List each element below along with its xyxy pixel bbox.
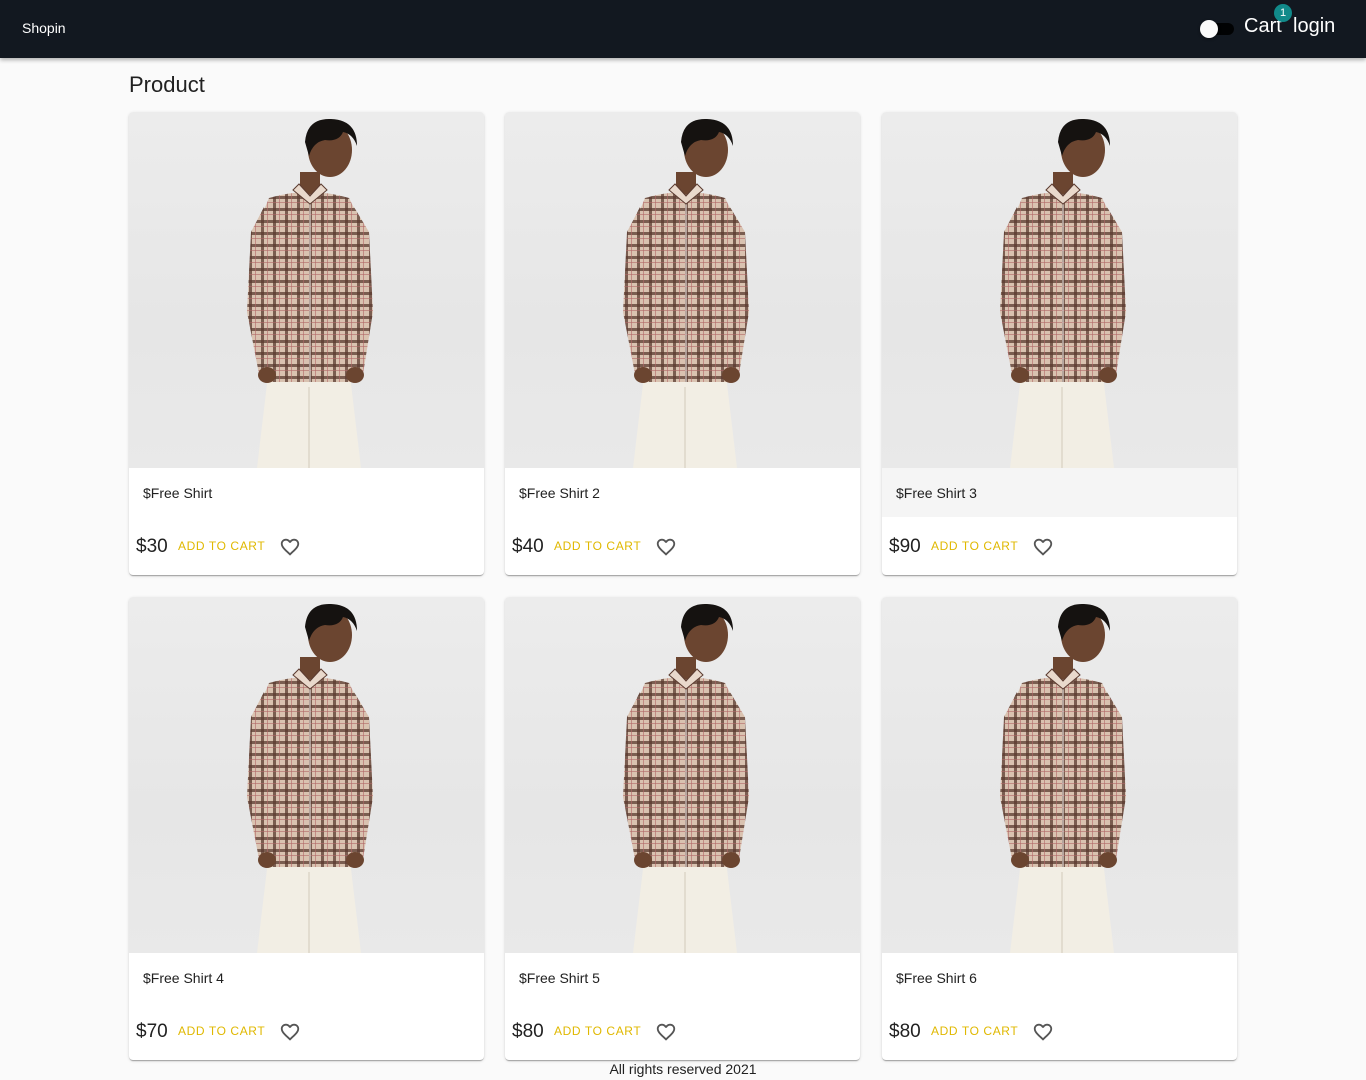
product-name: $Free Shirt 4 (143, 970, 224, 986)
theme-toggle[interactable] (1200, 20, 1234, 38)
product-name: $Free Shirt 2 (519, 485, 600, 501)
favorite-button[interactable] (1032, 1021, 1054, 1043)
login-link[interactable]: login (1293, 15, 1335, 38)
add-to-cart-button[interactable]: ADD TO CART (931, 539, 1018, 553)
cart-count-badge: 1 (1274, 4, 1292, 22)
favorite-button[interactable] (279, 536, 301, 558)
heart-outline-icon (279, 538, 301, 561)
toggle-thumb[interactable] (1200, 20, 1218, 38)
page-title: Product (129, 72, 205, 97)
product-price: $90 (889, 536, 921, 557)
product-image[interactable] (882, 597, 1237, 953)
add-to-cart-button[interactable]: ADD TO CART (178, 1024, 265, 1038)
product-name: $Free Shirt (143, 485, 213, 501)
product-card[interactable]: $Free Shirt 3 $90 ADD TO CART (882, 112, 1237, 575)
favorite-button[interactable] (1032, 536, 1054, 558)
product-name: $Free Shirt 3 (896, 485, 977, 501)
product-image[interactable] (882, 112, 1237, 468)
product-image[interactable] (505, 597, 860, 953)
product-card[interactable]: $Free Shirt $30 ADD TO CART (129, 112, 484, 575)
heart-outline-icon (279, 1023, 301, 1046)
heart-outline-icon (655, 538, 677, 561)
product-price: $80 (512, 1021, 544, 1042)
add-to-cart-button[interactable]: ADD TO CART (931, 1024, 1018, 1038)
product-image[interactable] (129, 112, 484, 468)
brand-link[interactable]: Shopin (22, 20, 66, 36)
product-price: $30 (136, 536, 168, 557)
product-card[interactable]: $Free Shirt 6 $80 ADD TO CART (882, 597, 1237, 1060)
product-card[interactable]: $Free Shirt 2 $40 ADD TO CART (505, 112, 860, 575)
product-card[interactable]: $Free Shirt 5 $80 ADD TO CART (505, 597, 860, 1060)
product-card[interactable]: $Free Shirt 4 $70 ADD TO CART (129, 597, 484, 1060)
app-bar: Shopin Cart 1 login (0, 0, 1366, 58)
heart-outline-icon (1032, 538, 1054, 561)
product-image[interactable] (505, 112, 860, 468)
favorite-button[interactable] (279, 1021, 301, 1043)
add-to-cart-button[interactable]: ADD TO CART (554, 539, 641, 553)
product-price: $40 (512, 536, 544, 557)
favorite-button[interactable] (655, 1021, 677, 1043)
footer: All rights reserved 2021 (609, 1061, 757, 1077)
heart-outline-icon (1032, 1023, 1054, 1046)
product-price: $80 (889, 1021, 921, 1042)
product-image[interactable] (129, 597, 484, 953)
heart-outline-icon (655, 1023, 677, 1046)
favorite-button[interactable] (655, 536, 677, 558)
add-to-cart-button[interactable]: ADD TO CART (554, 1024, 641, 1038)
add-to-cart-button[interactable]: ADD TO CART (178, 539, 265, 553)
product-name: $Free Shirt 6 (896, 970, 977, 986)
product-price: $70 (136, 1021, 168, 1042)
product-name: $Free Shirt 5 (519, 970, 600, 986)
